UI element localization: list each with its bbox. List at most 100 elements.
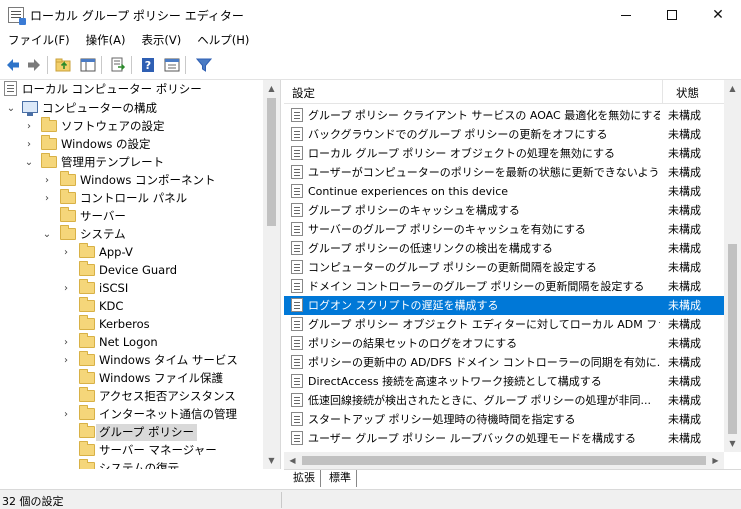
chevron-down-icon[interactable]: ⌄ xyxy=(42,229,52,240)
tree-item-system-child[interactable]: Windows ファイル保護 xyxy=(0,369,263,387)
chevron-right-icon[interactable]: › xyxy=(61,283,71,294)
scroll-up-arrow-icon[interactable]: ▲ xyxy=(263,80,280,97)
setting-row[interactable]: Continue experiences on this device 未構成 xyxy=(284,182,724,201)
tree-item-system-child[interactable]: Kerberos xyxy=(0,315,263,333)
scroll-down-arrow-icon[interactable]: ▼ xyxy=(724,435,741,452)
chevron-right-icon[interactable]: › xyxy=(61,355,71,366)
setting-row[interactable]: ログオン スクリプトの遅延を構成する 未構成 xyxy=(284,296,724,315)
tree-vertical-scrollbar[interactable]: ▲ ▼ xyxy=(263,80,280,469)
setting-row[interactable]: ユーザーがコンピューターのポリシーを最新の状態に更新できないように... 未構成 xyxy=(284,163,724,182)
tree-item-windows-settings[interactable]: › Windows の設定 xyxy=(0,135,263,153)
tree-item-system-child[interactable]: › App-V xyxy=(0,243,263,261)
tree-item-system-child[interactable]: グループ ポリシー xyxy=(0,423,263,441)
setting-row[interactable]: グループ ポリシー クライアント サービスの AOAC 最適化を無効にする 未構成 xyxy=(284,106,724,125)
back-button[interactable] xyxy=(3,55,23,75)
column-header-setting[interactable]: 設定 xyxy=(292,85,315,101)
tree-item-system[interactable]: ⌄ システム xyxy=(0,225,263,243)
tree-item-control-panel[interactable]: › コントロール パネル xyxy=(0,189,263,207)
menu-view[interactable]: 表示(V) xyxy=(133,30,189,50)
chevron-right-icon[interactable]: › xyxy=(24,121,34,132)
setting-name: バックグラウンドでのグループ ポリシーの更新をオフにする xyxy=(308,128,608,141)
chevron-right-icon[interactable]: › xyxy=(42,193,52,204)
menu-file[interactable]: ファイル(F) xyxy=(0,30,78,50)
maximize-button[interactable] xyxy=(649,0,695,30)
setting-name: スタートアップ ポリシー処理時の待機時間を指定する xyxy=(308,413,576,426)
forward-arrow-icon xyxy=(28,59,40,71)
help-button[interactable]: ? xyxy=(138,55,158,75)
setting-state: 未構成 xyxy=(668,261,701,274)
chevron-down-icon[interactable]: ⌄ xyxy=(6,103,16,114)
tree-item-windows-components[interactable]: › Windows コンポーネント xyxy=(0,171,263,189)
tree-item-system-child[interactable]: › インターネット通信の管理 xyxy=(0,405,263,423)
policy-setting-icon xyxy=(291,412,303,426)
tree-item-computer-configuration[interactable]: ⌄ コンピューターの構成 xyxy=(0,99,263,117)
setting-row[interactable]: スタートアップ ポリシー処理時の待機時間を指定する 未構成 xyxy=(284,410,724,429)
forward-button[interactable] xyxy=(24,55,44,75)
chevron-right-icon[interactable]: › xyxy=(61,409,71,420)
setting-row[interactable]: バックグラウンドでのグループ ポリシーの更新をオフにする 未構成 xyxy=(284,125,724,144)
export-list-button[interactable] xyxy=(108,55,128,75)
tree-item-system-child[interactable]: アクセス拒否アシスタンス xyxy=(0,387,263,405)
tree-item-system-child[interactable]: › Net Logon xyxy=(0,333,263,351)
tree-item-administrative-templates[interactable]: ⌄ 管理用テンプレート xyxy=(0,153,263,171)
tab-standard[interactable]: 標準 xyxy=(324,470,357,487)
tree-item-local-computer-policy[interactable]: ローカル コンピューター ポリシー xyxy=(0,80,263,98)
menu-action[interactable]: 操作(A) xyxy=(78,30,134,50)
setting-row[interactable]: サーバーのグループ ポリシーのキャッシュを有効にする 未構成 xyxy=(284,220,724,239)
tree-item-server[interactable]: サーバー xyxy=(0,207,263,225)
filter-button[interactable] xyxy=(194,55,214,75)
minimize-button[interactable] xyxy=(603,0,649,30)
policy-setting-icon xyxy=(291,127,303,141)
scroll-down-arrow-icon[interactable]: ▼ xyxy=(263,452,280,469)
chevron-right-icon[interactable]: › xyxy=(61,337,71,348)
column-divider[interactable] xyxy=(662,80,663,104)
setting-row[interactable]: ポリシーの結果セットのログをオフにする 未構成 xyxy=(284,334,724,353)
setting-row[interactable]: グループ ポリシーのキャッシュを構成する 未構成 xyxy=(284,201,724,220)
scroll-right-arrow-icon[interactable]: ▶ xyxy=(707,452,724,469)
scrollbar-thumb[interactable] xyxy=(267,98,276,226)
tree-item-system-child[interactable]: システムの復元 xyxy=(0,459,263,469)
setting-row[interactable]: DirectAccess 接続を高速ネットワーク接続として構成する 未構成 xyxy=(284,372,724,391)
list-vertical-scrollbar[interactable]: ▲ ▼ xyxy=(724,80,741,452)
scroll-up-arrow-icon[interactable]: ▲ xyxy=(724,80,741,97)
up-folder-icon xyxy=(55,58,71,72)
tree-item-system-child[interactable]: Device Guard xyxy=(0,261,263,279)
folder-icon xyxy=(60,225,76,240)
tree-item-system-child[interactable]: › iSCSI xyxy=(0,279,263,297)
list-horizontal-scrollbar[interactable]: ◀ ▶ xyxy=(284,452,724,469)
chevron-right-icon[interactable]: › xyxy=(24,139,34,150)
tree-item-system-child[interactable]: サーバー マネージャー xyxy=(0,441,263,459)
close-button[interactable]: ✕ xyxy=(695,0,741,30)
show-hide-console-tree-button[interactable] xyxy=(78,55,98,75)
setting-row[interactable]: グループ ポリシー オブジェクト エディターに対してローカル ADM ファイル.… xyxy=(284,315,724,334)
folder-icon xyxy=(79,297,95,312)
scrollbar-thumb[interactable] xyxy=(728,244,737,434)
properties-button[interactable] xyxy=(162,55,182,75)
tree-item-system-child[interactable]: › Windows タイム サービス xyxy=(0,351,263,369)
console-tree[interactable]: ローカル コンピューター ポリシー ⌄ コンピューターの構成 › ソフトウェアの… xyxy=(0,80,281,469)
column-header-state[interactable]: 状態 xyxy=(676,85,699,101)
scroll-left-arrow-icon[interactable]: ◀ xyxy=(284,452,301,469)
setting-row[interactable]: 低速回線接続が検出されたときに、グループ ポリシーの処理が非同... 未構成 xyxy=(284,391,724,410)
status-bar: 32 個の設定 xyxy=(0,489,741,509)
settings-list[interactable]: 設定 状態 グループ ポリシー クライアント サービスの AOAC 最適化を無効… xyxy=(284,80,741,469)
scrollbar-thumb[interactable] xyxy=(302,456,706,465)
setting-row[interactable]: グループ ポリシーの低速リンクの検出を構成する 未構成 xyxy=(284,239,724,258)
setting-row[interactable]: ユーザー グループ ポリシー ループバックの処理モードを構成する 未構成 xyxy=(284,429,724,448)
setting-row[interactable]: ドメイン コントローラーのグループ ポリシーの更新間隔を設定する 未構成 xyxy=(284,277,724,296)
tree-item-label: Windows の設定 xyxy=(61,136,151,151)
setting-row[interactable]: コンピューターのグループ ポリシーの更新間隔を設定する 未構成 xyxy=(284,258,724,277)
up-one-level-button[interactable] xyxy=(54,55,74,75)
setting-state: 未構成 xyxy=(668,185,701,198)
chevron-down-icon[interactable]: ⌄ xyxy=(24,157,34,168)
setting-state: 未構成 xyxy=(668,223,701,236)
chevron-right-icon[interactable]: › xyxy=(61,247,71,258)
tree-item-software-settings[interactable]: › ソフトウェアの設定 xyxy=(0,117,263,135)
chevron-right-icon[interactable]: › xyxy=(42,175,52,186)
setting-row[interactable]: ローカル グループ ポリシー オブジェクトの処理を無効にする 未構成 xyxy=(284,144,724,163)
tree-item-system-child[interactable]: KDC xyxy=(0,297,263,315)
menu-help[interactable]: ヘルプ(H) xyxy=(189,30,257,50)
tab-extended[interactable]: 拡張 xyxy=(288,470,321,487)
policy-setting-icon xyxy=(291,374,303,388)
setting-row[interactable]: ポリシーの更新中の AD/DFS ドメイン コントローラーの同期を有効に... 未… xyxy=(284,353,724,372)
